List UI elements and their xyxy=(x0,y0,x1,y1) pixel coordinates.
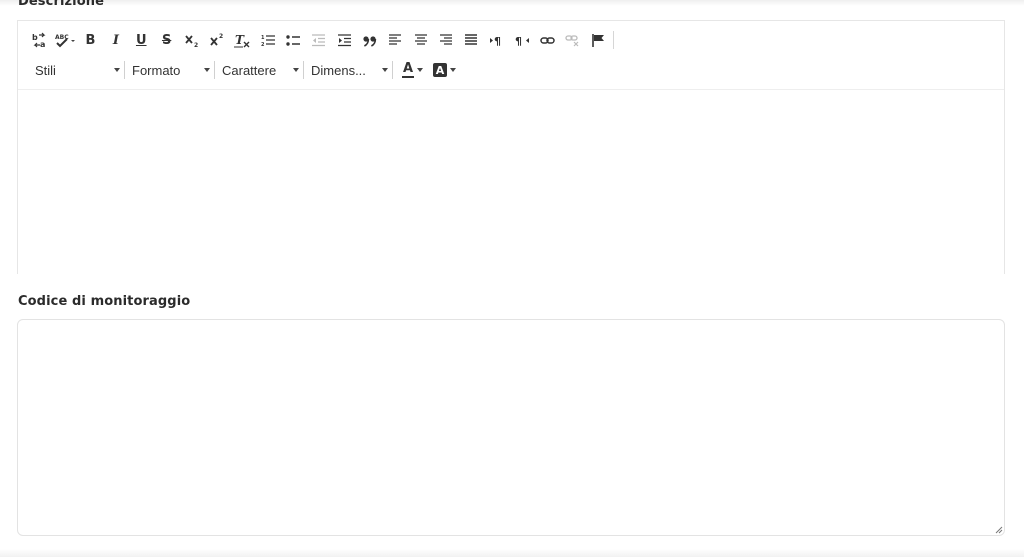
increase-indent-icon xyxy=(337,33,351,46)
subscript-icon: 2 xyxy=(185,35,198,48)
toolbar-row-styles: Stili Formato Carattere Dimens... A A xyxy=(28,59,460,81)
increase-indent-button[interactable] xyxy=(332,29,357,51)
superscript-button[interactable]: 2 xyxy=(205,29,230,51)
svg-text:T: T xyxy=(235,33,245,47)
justify-button[interactable] xyxy=(459,29,484,51)
italic-icon: I xyxy=(112,32,119,48)
subscript-button[interactable]: 2 xyxy=(179,29,204,51)
font-dropdown-label: Carattere xyxy=(222,62,277,78)
text-color-icon: A xyxy=(402,61,414,78)
svg-text:¶: ¶ xyxy=(515,35,522,48)
anchor-button[interactable] xyxy=(586,29,611,51)
description-label: Descrizione xyxy=(18,0,105,9)
text-rtl-icon: ¶ xyxy=(515,35,529,48)
blockquote-icon xyxy=(363,35,377,47)
spellcheck-icon: ABC xyxy=(55,34,76,47)
size-dropdown[interactable]: Dimens... xyxy=(304,59,392,81)
description-editor: b a ABC B I U S 2 2 T 1 2 ¶ ¶ Stili Form… xyxy=(17,20,1005,274)
resize-handle-icon[interactable] xyxy=(995,526,1003,534)
svg-text:2: 2 xyxy=(261,42,265,48)
format-dropdown-label: Formato xyxy=(132,62,181,78)
svg-text:2: 2 xyxy=(194,42,198,48)
decrease-indent-icon xyxy=(312,33,326,46)
toolbar-row-formatting: b a ABC B I U S 2 2 T 1 2 ¶ ¶ xyxy=(27,29,616,51)
underline-button[interactable]: U xyxy=(129,29,154,51)
link-button[interactable] xyxy=(535,29,560,51)
remove-format-icon: T xyxy=(234,33,250,47)
text-ltr-button[interactable]: ¶ xyxy=(484,29,509,51)
size-dropdown-label: Dimens... xyxy=(311,62,366,78)
bulleted-list-button[interactable] xyxy=(281,29,306,51)
align-center-button[interactable] xyxy=(408,29,433,51)
decrease-indent-button[interactable] xyxy=(306,29,331,51)
svg-text:1: 1 xyxy=(261,35,265,41)
blockquote-button[interactable] xyxy=(357,29,382,51)
chevron-down-icon xyxy=(114,68,120,72)
anchor-flag-icon xyxy=(591,33,604,47)
svg-text:b: b xyxy=(32,33,38,42)
background-color-icon: A xyxy=(433,63,447,77)
superscript-icon: 2 xyxy=(210,33,224,46)
numbered-list-icon: 1 2 xyxy=(261,35,275,48)
spellcheck-button[interactable]: ABC xyxy=(52,29,77,51)
bulleted-list-icon xyxy=(286,34,301,46)
bold-icon: B xyxy=(85,32,96,48)
editor-toolbar: b a ABC B I U S 2 2 T 1 2 ¶ ¶ Stili Form… xyxy=(18,21,1004,90)
tracking-code-textarea[interactable] xyxy=(17,319,1005,536)
font-dropdown[interactable]: Carattere xyxy=(215,59,303,81)
description-content-area[interactable] xyxy=(18,91,1004,274)
source-button[interactable]: b a xyxy=(27,29,52,51)
styles-dropdown[interactable]: Stili xyxy=(28,59,124,81)
unlink-icon xyxy=(565,34,579,46)
align-left-button[interactable] xyxy=(382,29,407,51)
strikethrough-icon: S xyxy=(161,32,172,48)
background-color-button[interactable]: A xyxy=(427,59,460,81)
chevron-down-icon xyxy=(293,68,299,72)
align-center-icon xyxy=(414,34,427,45)
tracking-code-label: Codice di monitoraggio xyxy=(18,294,191,309)
justify-icon xyxy=(465,34,478,45)
text-rtl-button[interactable]: ¶ xyxy=(509,29,534,51)
numbered-list-button[interactable]: 1 2 xyxy=(256,29,281,51)
link-icon xyxy=(540,36,555,44)
align-right-button[interactable] xyxy=(433,29,458,51)
svg-text:2: 2 xyxy=(219,33,223,40)
chevron-down-icon xyxy=(204,68,210,72)
unlink-button[interactable] xyxy=(560,29,585,51)
source-icon: b a xyxy=(32,32,46,49)
styles-dropdown-label: Stili xyxy=(35,62,56,78)
align-left-icon xyxy=(389,34,402,45)
svg-text:a: a xyxy=(40,40,45,49)
remove-format-button[interactable]: T xyxy=(230,29,255,51)
chevron-down-icon xyxy=(417,68,423,72)
text-color-button[interactable]: A xyxy=(393,59,427,81)
chevron-down-icon xyxy=(382,68,388,72)
svg-text:¶: ¶ xyxy=(494,35,501,48)
chevron-down-icon xyxy=(450,68,456,72)
italic-button[interactable]: I xyxy=(103,29,128,51)
bold-button[interactable]: B xyxy=(78,29,103,51)
toolbar-separator xyxy=(612,31,614,49)
underline-icon: U xyxy=(135,32,147,48)
text-ltr-icon: ¶ xyxy=(490,35,501,48)
bottom-shadow xyxy=(0,549,1024,557)
top-shadow xyxy=(0,0,1024,6)
format-dropdown[interactable]: Formato xyxy=(125,59,214,81)
align-right-icon xyxy=(439,34,452,45)
strikethrough-button[interactable]: S xyxy=(154,29,179,51)
